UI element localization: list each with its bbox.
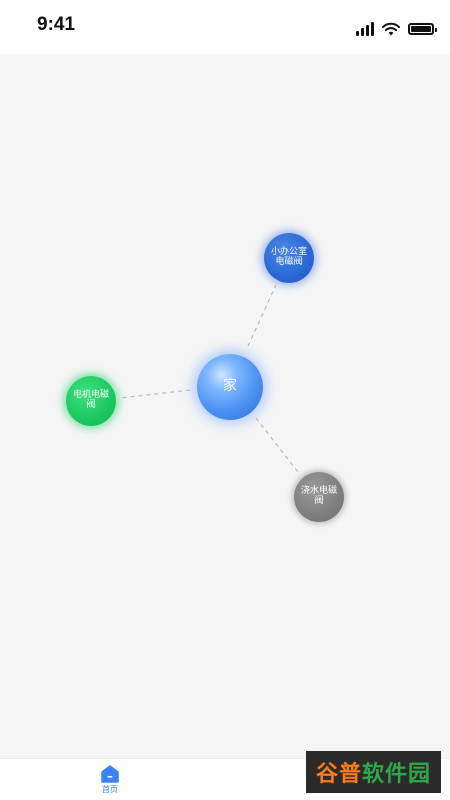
- link-office: [247, 284, 277, 347]
- home-node[interactable]: 家: [197, 354, 263, 420]
- watermark-part1: 谷普: [315, 762, 362, 787]
- status-bar: 9:41: [0, 0, 450, 54]
- water-valve-node[interactable]: 浇水电磁阀: [294, 472, 344, 522]
- water-valve-label: 浇水电磁阀: [300, 486, 337, 506]
- tab-home[interactable]: 首页: [80, 763, 140, 799]
- link-water: [255, 417, 299, 473]
- motor-valve-node[interactable]: 电机电磁阀: [66, 376, 116, 426]
- link-motor: [120, 389, 191, 399]
- wifi-icon: [382, 22, 400, 36]
- cellular-signal-icon: [356, 22, 374, 36]
- motor-valve-label: 电机电磁阀: [72, 390, 109, 410]
- status-icons: [356, 20, 437, 38]
- status-time: 9:41: [37, 14, 76, 35]
- tab-home-label: 首页: [102, 785, 118, 794]
- office-valve-label: 小办公室电磁阀: [270, 247, 307, 267]
- device-graph: 家 小办公室电磁阀 电机电磁阀 浇水电磁阀: [0, 54, 450, 758]
- watermark-logo: 谷普 软件园: [306, 751, 441, 793]
- office-valve-node[interactable]: 小办公室电磁阀: [264, 233, 314, 283]
- battery-icon: [408, 23, 437, 35]
- watermark-part2: 软件园: [362, 762, 432, 787]
- home-icon: [101, 765, 119, 783]
- home-node-label: 家: [223, 378, 237, 395]
